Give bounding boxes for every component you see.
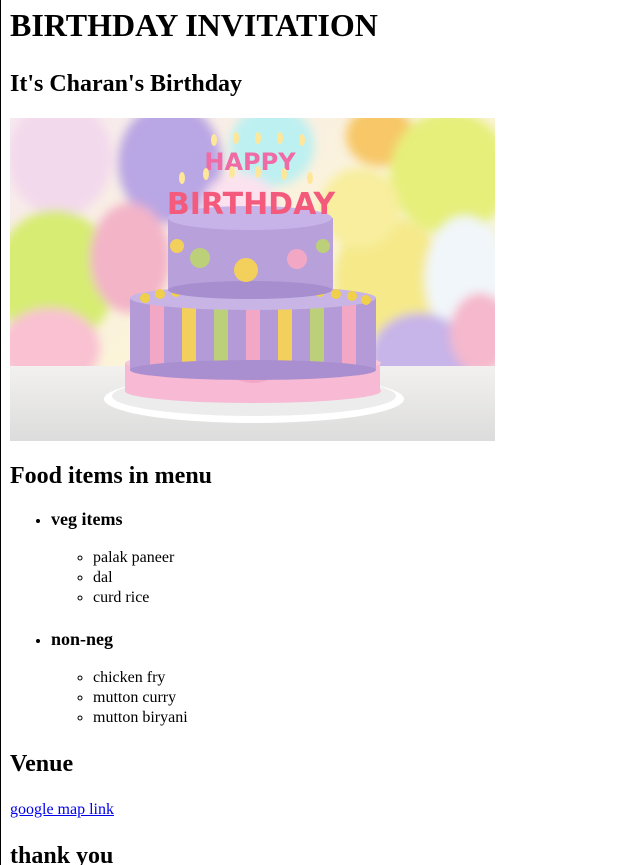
birthday-cake-image: HAPPY BIRTHDAY (10, 118, 495, 441)
list-item: palak paneer (93, 548, 620, 568)
left-border-line (0, 0, 1, 865)
list-item: dal (93, 568, 620, 588)
page-title: BIRTHDAY INVITATION (10, 7, 378, 43)
list-item: mutton biryani (93, 708, 620, 728)
venue-heading: Venue (10, 751, 74, 777)
list-item: chicken fry (93, 668, 620, 688)
non-veg-items-list: chicken fry mutton curry mutton biryani (51, 668, 620, 728)
menu-group-label: non-neg (51, 629, 114, 649)
veg-items-list: palak paneer dal curd rice (51, 548, 620, 608)
menu-groups-list: veg items palak paneer dal curd rice non… (10, 508, 620, 728)
list-item: curd rice (93, 588, 620, 608)
page-subtitle: It's Charan's Birthday (10, 71, 243, 97)
svg-text:BIRTHDAY: BIRTHDAY (167, 187, 337, 222)
list-item: mutton curry (93, 688, 620, 708)
page-content: BIRTHDAY INVITATION It's Charan's Birthd… (10, 0, 620, 865)
menu-group-non-veg: non-neg chicken fry mutton curry mutton … (51, 628, 620, 728)
menu-group-label: veg items (51, 509, 123, 529)
menu-group-veg: veg items palak paneer dal curd rice (51, 508, 620, 608)
thank-you-heading: thank you (10, 843, 114, 865)
menu-heading: Food items in menu (10, 463, 213, 489)
google-map-link[interactable]: google map link (10, 800, 114, 820)
